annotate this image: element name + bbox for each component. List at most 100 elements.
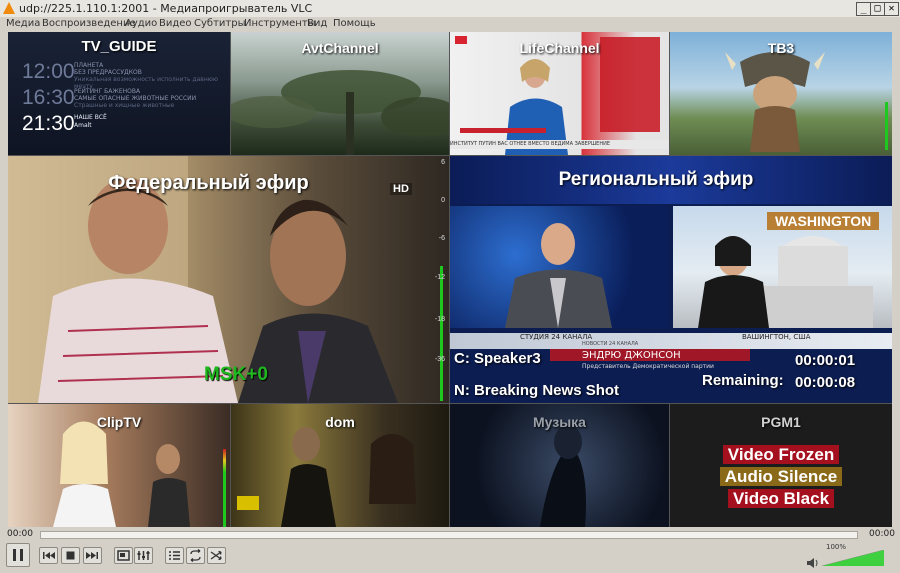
role-caption: Представитель Демократической партии — [582, 363, 714, 370]
remaining-label: Remaining: — [702, 372, 784, 389]
name-caption: ЭНДРЮ ДЖОНСОН — [582, 350, 681, 361]
extended-settings-icon — [137, 551, 150, 560]
grid-divider — [669, 32, 670, 155]
menu-tools[interactable]: Инструменты — [244, 18, 316, 29]
guide-time-1: 12:00 — [22, 60, 75, 83]
tile-muzyka: Музыка — [450, 404, 669, 527]
scale-label: -6 — [438, 235, 445, 242]
alarm-label: Video Black — [727, 489, 835, 508]
menu-video[interactable]: Видео — [159, 18, 192, 29]
remaining-timecode: 00:00:08 — [795, 374, 856, 391]
next-button[interactable] — [83, 547, 102, 564]
guide-line: Страшные и хищные животные — [74, 102, 175, 109]
tile-title-lifechannel: LifeChannel — [519, 40, 600, 56]
guide-line: НАШЕ ВСЁ — [74, 114, 107, 121]
shuffle-icon — [210, 550, 222, 561]
stop-icon — [66, 551, 75, 560]
tile-avtchannel: AvtChannel — [231, 32, 449, 155]
studio-subcaption: НОВОСТИ 24 КАНАЛА — [582, 341, 639, 347]
loop-button[interactable] — [186, 547, 205, 564]
guide-line: САМЫЕ ОПАСНЫЕ ЖИВОТНЫЕ РОССИИ — [74, 95, 197, 102]
grid-divider — [8, 155, 892, 156]
menu-playback[interactable]: Воспроизведение — [42, 18, 136, 29]
fullscreen-button[interactable] — [114, 547, 133, 564]
life-ticker: ИНСТИТУТ ПУТИН ВАС ОТНЕЕ ВМЕСТО ВЕДИМА З… — [450, 140, 669, 149]
guide-entry-1: ПЛАНЕТА БЕЗ ПРЕДРАССУДКОВ Уникальная воз… — [74, 62, 230, 90]
tile-title-tv3: ТВ3 — [767, 40, 795, 56]
pause-button[interactable] — [6, 543, 30, 567]
scale-label: -36 — [434, 356, 445, 363]
window-title: udp://225.1.110.1:2001 - Медиапроигрыват… — [19, 2, 313, 15]
alarm-audio-silence: Audio Silence — [670, 467, 892, 487]
alarm-label: Audio Silence — [719, 467, 843, 486]
playlist-button[interactable] — [165, 547, 184, 564]
grid-divider — [449, 32, 450, 527]
time-elapsed: 00:00 — [7, 529, 33, 539]
speaker-caption: C: Speaker3 — [454, 350, 541, 367]
guide-entry-2: РЕЙТИНГ БАЖЕНОВА САМЫЕ ОПАСНЫЕ ЖИВОТНЫЕ … — [74, 88, 196, 109]
news-caption: N: Breaking News Shot — [454, 382, 620, 399]
alarm-video-black: Video Black — [670, 489, 892, 509]
title-bar: udp://225.1.110.1:2001 - Медиапроигрыват… — [0, 0, 900, 18]
tile-cliptv: ClipTV — [8, 404, 230, 527]
menu-help[interactable]: Помощь — [333, 18, 376, 29]
studio-shot — [450, 206, 668, 328]
menu-subtitles[interactable]: Субтитры — [194, 18, 245, 29]
scale-label: -18 — [434, 316, 445, 323]
tile-title-dom: dom — [325, 414, 355, 430]
presenter-figure — [505, 223, 612, 328]
speaker-icon[interactable] — [806, 554, 819, 573]
seek-bar[interactable] — [40, 531, 858, 539]
msk-overlay: MSK+0 — [204, 364, 268, 385]
stop-button[interactable] — [61, 547, 80, 564]
guide-time-3: 21:30 — [22, 112, 75, 135]
previous-button[interactable] — [39, 547, 58, 564]
cliptv-audio-meter — [223, 449, 226, 527]
video-output[interactable]: TV_GUIDE 12:00 ПЛАНЕТА БЕЗ ПРЕДРАССУДКОВ… — [8, 32, 892, 527]
minimize-button[interactable]: _ — [856, 2, 871, 16]
scale-label: 0 — [441, 197, 445, 204]
tv3-audio-meter — [885, 102, 888, 150]
grid-divider — [669, 404, 670, 527]
guide-line: Amalt — [74, 122, 92, 129]
tile-tv3: ТВ3 — [670, 32, 892, 155]
tile-regional: Региональный эфир WASHINGTON СТУДИЯ 24 К… — [450, 156, 892, 403]
vlc-cone-icon — [3, 2, 15, 14]
studio-caption: СТУДИЯ 24 КАНАЛА — [520, 333, 593, 341]
dom-channel-logo — [237, 496, 259, 510]
federal-audio-meter — [440, 266, 443, 401]
menu-audio[interactable]: Аудио — [125, 18, 157, 29]
menu-view[interactable]: Вид — [307, 18, 327, 29]
tile-title-federal: Федеральный эфир — [108, 172, 309, 194]
washington-caption: WASHINGTON — [767, 212, 880, 230]
grid-divider — [230, 404, 231, 527]
scale-label: -12 — [434, 274, 445, 281]
volume-wedge — [821, 549, 885, 567]
alarm-label: Video Frozen — [722, 445, 840, 464]
tile-title-cliptv: ClipTV — [96, 414, 142, 430]
guide-line: ПЛАНЕТА — [74, 62, 104, 69]
maximize-button[interactable]: □ — [870, 2, 885, 16]
guide-line: РЕЙТИНГ БАЖЕНОВА — [74, 88, 141, 95]
channel-hd-logo: HD — [390, 183, 412, 195]
playback-controls: 00:00 00:00 100% — [0, 527, 900, 570]
tile-title-tv-guide: TV_GUIDE — [81, 38, 157, 55]
extended-settings-button[interactable] — [134, 547, 153, 564]
menu-media[interactable]: Медиа — [6, 18, 40, 29]
playlist-icon — [169, 551, 180, 560]
tile-title-avtchannel: AvtChannel — [301, 40, 379, 56]
close-button[interactable]: ✕ — [884, 2, 899, 16]
location-caption: ВАШИНГТОН, США — [742, 333, 811, 341]
tile-federal: Федеральный эфир HD MSK+0 6 0 -6 -12 -18… — [8, 156, 449, 403]
tile-lifechannel: ИНСТИТУТ ПУТИН ВАС ОТНЕЕ ВМЕСТО ВЕДИМА З… — [450, 32, 669, 155]
alarm-video-frozen: Video Frozen — [670, 445, 892, 465]
washington-shot: WASHINGTON — [673, 206, 892, 328]
pause-icon — [13, 549, 23, 561]
next-icon — [86, 552, 98, 559]
scale-label: 6 — [441, 159, 445, 166]
guide-line: БЕЗ ПРЕДРАССУДКОВ — [74, 69, 142, 76]
volume-slider[interactable] — [821, 549, 885, 567]
grid-divider — [230, 32, 231, 155]
shuffle-button[interactable] — [207, 547, 226, 564]
tile-title-pgm1: PGM1 — [761, 414, 801, 430]
